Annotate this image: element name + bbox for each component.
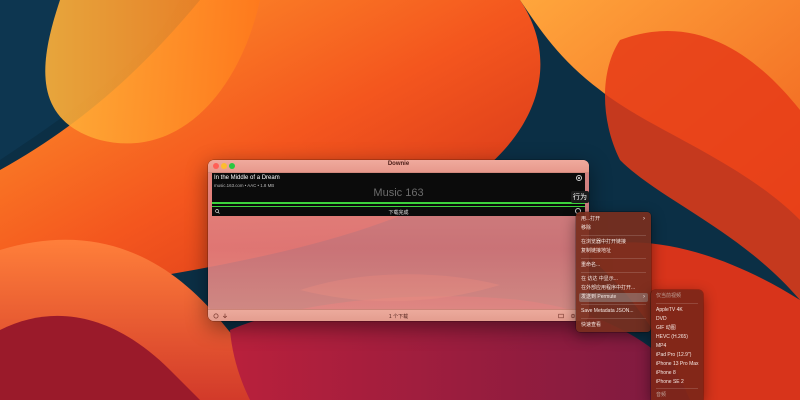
menu-separator (581, 235, 646, 236)
menu-separator (581, 272, 646, 273)
downie-window: Downie In the Middle of a Dream music.16… (208, 160, 589, 321)
menu-item-quick-look[interactable]: 快速查看 (579, 321, 648, 330)
menu-item-label: 快速查看 (581, 322, 602, 328)
submenu-item[interactable]: HEVC (H.265) (654, 333, 700, 342)
submenu-header: 仅当前视频 (656, 293, 682, 299)
submenu-item[interactable]: iPhone 13 Pro Max (654, 360, 700, 369)
download-progress-fill (212, 202, 585, 204)
menu-item-save-metadata[interactable]: Save Metadata JSON... (579, 307, 648, 316)
menu-separator (581, 318, 646, 319)
submenu-item[interactable]: iPhone 8 (654, 369, 700, 378)
list-icon[interactable] (558, 313, 564, 319)
download-progress (212, 202, 585, 204)
permute-submenu: 仅当前视频 AppleTV 4K DVD GIF 动图 HEVC (H.265)… (651, 290, 703, 400)
menu-separator (656, 303, 698, 304)
action-tooltip: 行为 (571, 191, 589, 203)
menu-item-open-external[interactable]: 在外部应用程序中打开... (579, 284, 648, 293)
submenu-item[interactable]: MP4 (654, 342, 700, 351)
submenu-item[interactable]: iPhone SE 2 (654, 378, 700, 387)
menu-separator (656, 388, 698, 389)
menu-item-label: 用...打开 (581, 216, 601, 222)
menu-item-label: 重命名... (581, 262, 601, 268)
window-title: Downie (387, 161, 410, 167)
download-count: 1 个下载 (388, 313, 409, 320)
submenu-item[interactable]: iPad Pro (12.9") (654, 351, 700, 360)
submenu-footer: 音频 (656, 392, 667, 398)
submenu-item[interactable]: DVD (654, 315, 700, 324)
download-site: Music 163 (373, 187, 424, 199)
bottom-bar: 1 个下载 (208, 309, 589, 321)
menu-item-open-with[interactable]: 用...打开 › (579, 215, 648, 224)
menu-item-copy-link[interactable]: 复制链接地址 (579, 247, 648, 256)
menu-item-label: 移除 (581, 225, 592, 231)
menu-item-show-in-finder[interactable]: 在 访达 中显示... (579, 275, 648, 284)
submenu-item[interactable]: AppleTV 4K (654, 306, 700, 315)
chevron-right-icon: › (643, 294, 645, 300)
menu-item-send-to-permute[interactable]: 发送到 Permute › (579, 293, 648, 302)
title-bar[interactable]: Downie (208, 160, 589, 173)
menu-item-label: 复制链接地址 (581, 248, 612, 254)
menu-item-open-link[interactable]: 在浏览器中打开链接 (579, 238, 648, 247)
menu-item-remove[interactable]: 移除 (579, 224, 648, 233)
status-bar: 下载完成 (212, 206, 585, 216)
menu-item-label: 在外部应用程序中打开... (581, 285, 636, 291)
menu-item-label: 发送到 Permute (581, 294, 617, 300)
submenu-item[interactable]: GIF 动图 (654, 324, 700, 333)
context-menu: 用...打开 › 移除 在浏览器中打开链接 复制链接地址 重命名... 在 访达 … (576, 212, 651, 332)
menu-item-label: 在 访达 中显示... (581, 276, 618, 282)
download-title: In the Middle of a Dream (214, 175, 280, 181)
menu-separator (581, 258, 646, 259)
menu-item-label: Save Metadata JSON... (581, 308, 634, 314)
chevron-right-icon: › (643, 216, 645, 222)
menu-item-label: 在浏览器中打开链接 (581, 239, 627, 245)
item-options-icon[interactable] (576, 175, 582, 181)
status-text: 下载完成 (388, 209, 409, 216)
menu-item-rename[interactable]: 重命名... (579, 261, 648, 270)
menu-separator (581, 304, 646, 305)
